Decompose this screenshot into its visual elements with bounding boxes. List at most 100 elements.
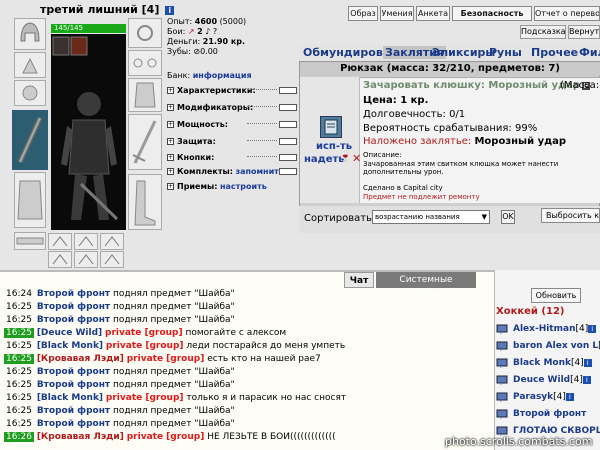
player-row[interactable]: Второй фронт: [496, 406, 586, 422]
tab-system-messages[interactable]: Системные сообщения: [376, 272, 476, 301]
player-row[interactable]: Deuce Wild[4] i: [496, 372, 591, 388]
info-icon[interactable]: i: [582, 375, 591, 384]
earring-slot[interactable]: [14, 52, 46, 78]
sort-select[interactable]: возрастанию названия ▼: [372, 210, 490, 224]
attr-row-buttons[interactable]: + Кнопки:: [167, 153, 297, 163]
drop-item-button[interactable]: Выбросить кл: [541, 208, 600, 223]
chat-time[interactable]: 16:26: [4, 432, 34, 442]
private-message-icon[interactable]: [496, 375, 508, 385]
player-name[interactable]: Deuce Wild: [513, 375, 570, 385]
sort-ok-button[interactable]: OK: [501, 210, 515, 224]
player-name[interactable]: Alex-Hitman: [513, 324, 575, 334]
boots-slot[interactable]: [128, 174, 162, 230]
ring-slot[interactable]: [128, 18, 162, 48]
tab-runes[interactable]: Руны: [489, 46, 522, 59]
chat-nick[interactable]: [Кровавая Лэди]: [37, 354, 124, 364]
tab-elixirs[interactable]: Эликсиры: [432, 46, 495, 59]
player-name[interactable]: Второй фронт: [513, 409, 586, 419]
expand-icon[interactable]: +: [167, 104, 174, 111]
sets-remember-link[interactable]: запомнить: [235, 167, 283, 176]
belt-slot[interactable]: [14, 232, 46, 250]
chat-time[interactable]: 16:25: [4, 393, 34, 403]
chat-nick[interactable]: Второй фронт: [37, 419, 110, 429]
chat-time[interactable]: 16:25: [4, 302, 34, 312]
attr-row-defense[interactable]: + Защита:: [167, 137, 297, 147]
transfer-report-button[interactable]: Отчет о переводах: [534, 6, 600, 21]
chat-nick[interactable]: Второй фронт: [37, 367, 110, 377]
chat-nick[interactable]: Второй фронт: [37, 315, 110, 325]
skills-button[interactable]: Умения: [380, 6, 414, 21]
return-button[interactable]: Вернуться: [568, 25, 600, 39]
techniques-setup-link[interactable]: настроить: [220, 182, 267, 191]
use-link[interactable]: исп-ть: [316, 141, 352, 152]
shield-slot[interactable]: [128, 114, 162, 170]
chat-nick[interactable]: [Black Monk]: [37, 341, 103, 351]
chat-nick[interactable]: Второй фронт: [37, 406, 110, 416]
player-name[interactable]: baron Alex von L: [513, 341, 598, 351]
weapon-slot-active[interactable]: [12, 110, 48, 170]
rune-slot-6[interactable]: [100, 251, 124, 268]
private-message-icon[interactable]: [496, 324, 508, 334]
player-name[interactable]: Parasyk: [513, 392, 553, 402]
armor-slot[interactable]: [14, 172, 46, 228]
private-message-icon[interactable]: [496, 341, 508, 351]
slider-control[interactable]: [279, 87, 297, 94]
info-icon[interactable]: i: [165, 5, 175, 15]
chat-time[interactable]: 16:25: [4, 406, 34, 416]
player-row[interactable]: Black Monk[4] i: [496, 355, 592, 371]
chat-time[interactable]: 16:25: [4, 315, 34, 325]
scroll-item-icon[interactable]: [320, 116, 342, 138]
slider-control[interactable]: [279, 168, 297, 175]
expand-icon[interactable]: +: [167, 138, 174, 145]
rune-slot-1[interactable]: [48, 233, 72, 250]
chat-time[interactable]: 16:25: [4, 341, 34, 351]
drink-icon[interactable]: 🍷: [339, 152, 351, 163]
rune-slot-2[interactable]: [74, 233, 98, 250]
profile-button[interactable]: Анкета: [416, 6, 450, 21]
rune-slot-4[interactable]: [48, 251, 72, 268]
attr-row-modifiers[interactable]: + Модификаторы:: [167, 103, 297, 113]
chat-time[interactable]: 16:25: [4, 367, 34, 377]
player-row[interactable]: Parasyk[4] i: [496, 389, 574, 405]
attr-row-power[interactable]: + Мощность:: [167, 120, 297, 130]
player-row[interactable]: baron Alex von L[4]: [496, 338, 600, 354]
private-message-icon[interactable]: [496, 426, 508, 436]
chat-time[interactable]: 16:25: [4, 419, 34, 429]
slider-control[interactable]: [279, 154, 297, 161]
expand-icon[interactable]: +: [167, 154, 174, 161]
help-icon[interactable]: ?: [213, 27, 217, 36]
weapon-slot[interactable]: [14, 80, 46, 106]
expand-icon[interactable]: +: [167, 183, 174, 190]
private-message-icon[interactable]: [496, 358, 508, 368]
chat-nick[interactable]: [Кровавая Лэди]: [37, 432, 124, 442]
bracer-slot[interactable]: [128, 78, 162, 112]
chat-time[interactable]: 16:25: [4, 354, 34, 364]
chat-nick[interactable]: Второй фронт: [37, 289, 110, 299]
chat-time[interactable]: 16:25: [4, 328, 34, 338]
expand-icon[interactable]: +: [167, 121, 174, 128]
expand-icon[interactable]: +: [167, 168, 174, 175]
attr-row-characteristics[interactable]: + Характеристики:: [167, 86, 297, 96]
private-message-icon[interactable]: [496, 392, 508, 402]
security-button[interactable]: Безопасность: [452, 6, 532, 21]
chat-nick[interactable]: Второй фронт: [37, 380, 110, 390]
chat-nick[interactable]: [Deuce Wild]: [37, 328, 102, 338]
attr-row-sets[interactable]: + Комплекты: запомнить: [167, 167, 297, 177]
slider-control[interactable]: [279, 138, 297, 145]
attr-row-techniques[interactable]: + Приемы: настроить: [167, 182, 297, 192]
chat-time[interactable]: 16:24: [4, 289, 34, 299]
refresh-button[interactable]: Обновить: [531, 288, 581, 303]
expand-icon[interactable]: +: [167, 87, 174, 94]
slider-control[interactable]: [279, 121, 297, 128]
helmet-slot[interactable]: [14, 18, 46, 50]
tab-chat[interactable]: Чат: [344, 272, 374, 288]
rune-slot-5[interactable]: [74, 251, 98, 268]
chat-nick[interactable]: Второй фронт: [37, 302, 110, 312]
tab-other[interactable]: Прочее: [531, 46, 578, 59]
chat-nick[interactable]: [Black Monk]: [37, 393, 103, 403]
private-message-icon[interactable]: [496, 409, 508, 419]
info-icon[interactable]: i: [588, 324, 597, 333]
chat-time[interactable]: 16:25: [4, 380, 34, 390]
info-icon[interactable]: i: [583, 358, 592, 367]
player-row[interactable]: Alex-Hitman[4] i: [496, 321, 597, 337]
